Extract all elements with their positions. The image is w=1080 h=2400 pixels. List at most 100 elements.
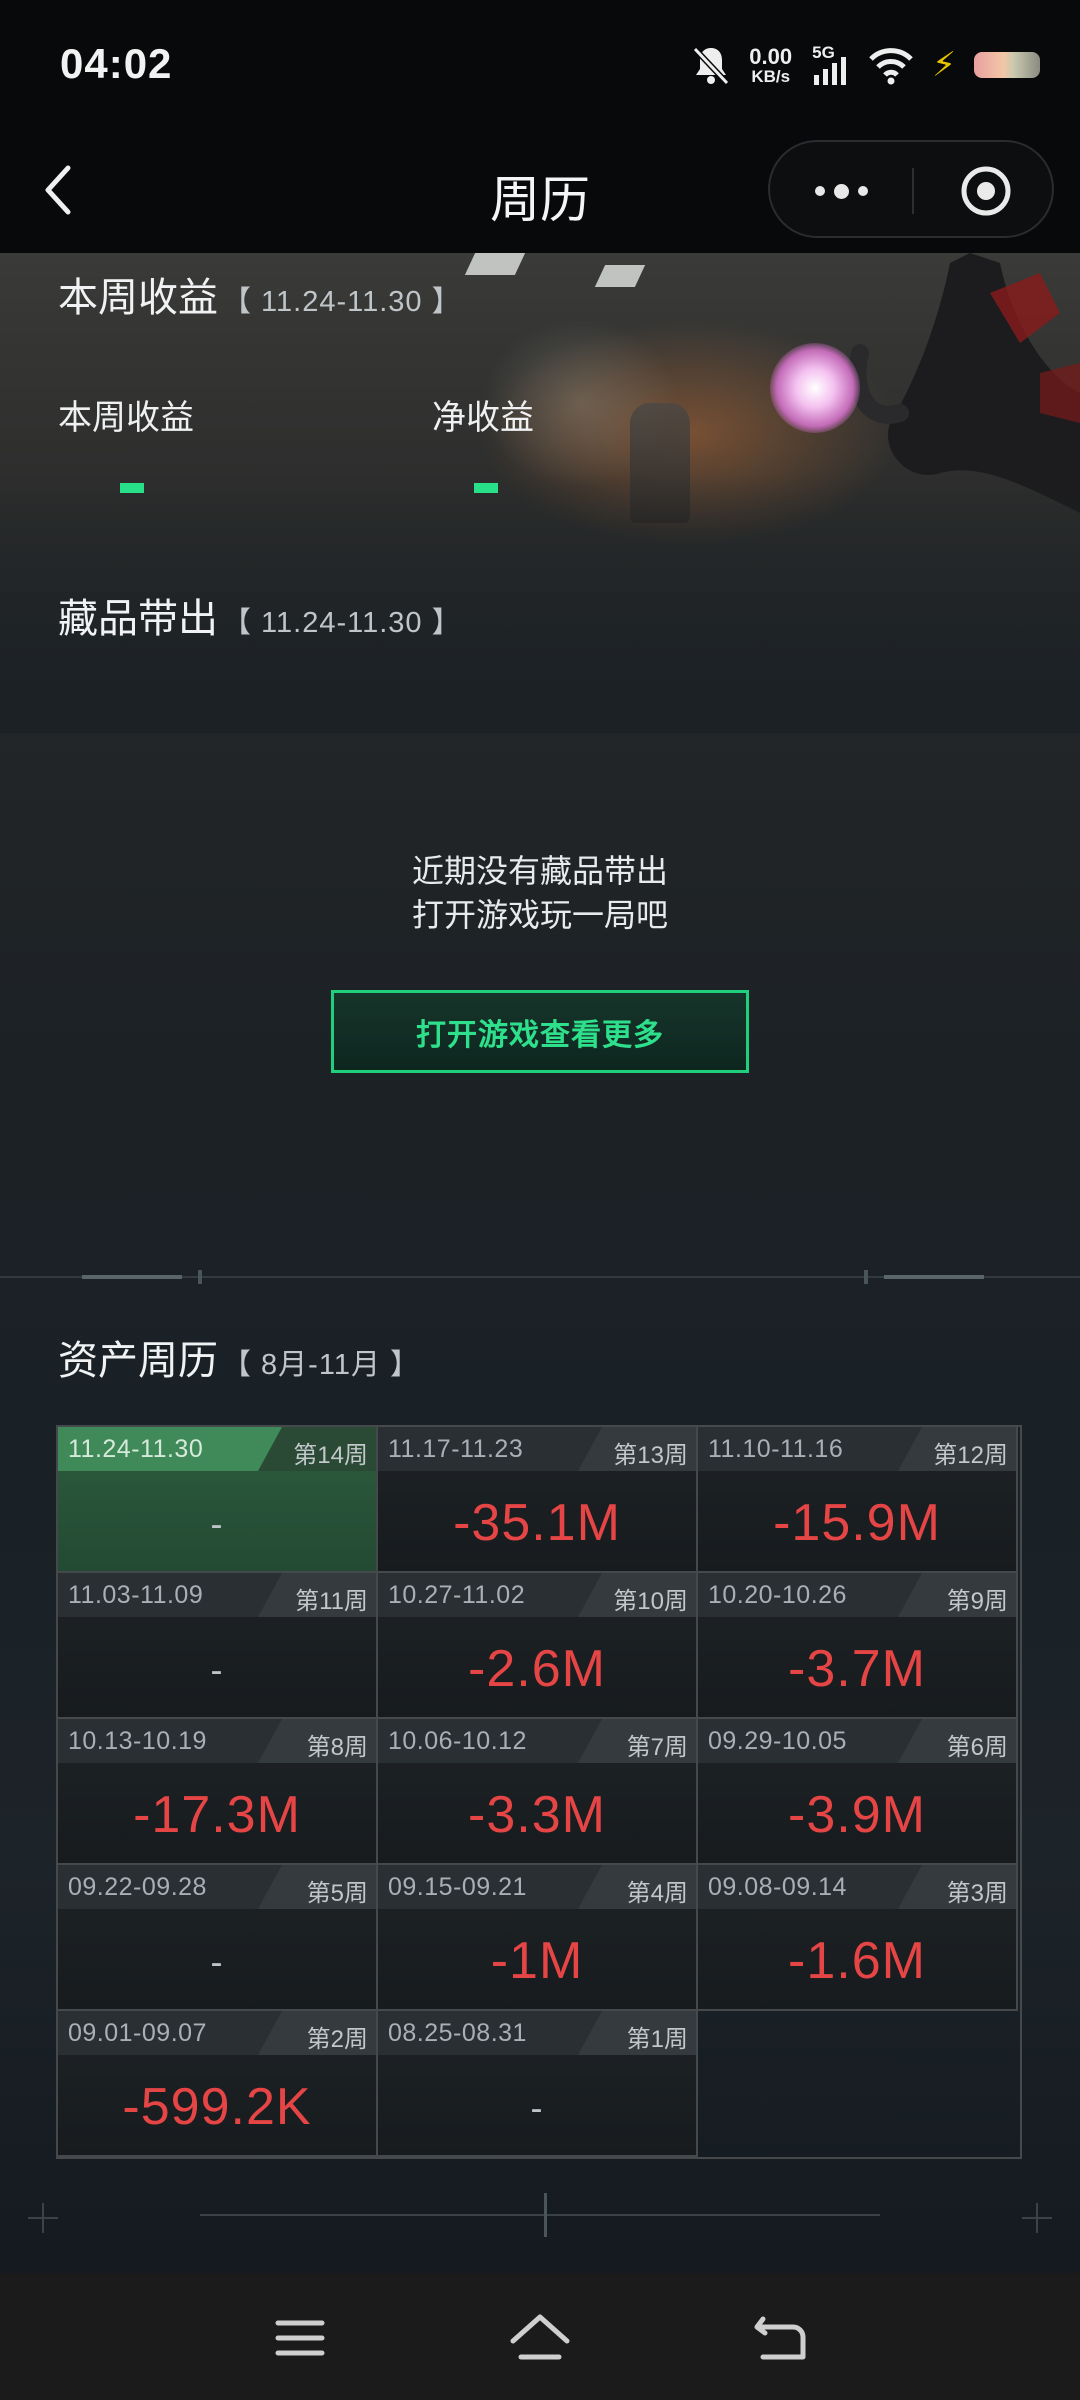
week-number: 第13周 [613,1442,688,1469]
week-value: - [530,2087,544,2128]
week-value: - [210,1649,224,1690]
week-number: 第14周 [293,1442,368,1469]
week-value: -3.3M [468,1786,606,1844]
menu-button[interactable] [265,2303,335,2373]
net-speed: 0.00 KB/s [749,43,793,86]
asset-calendar-title-text: 资产周历 [58,1339,218,1383]
weekly-income-label: 本周收益 [58,399,194,437]
week-date-range: 11.03-11.09 [68,1581,204,1609]
wifi-icon [869,48,913,85]
menu-icon [275,2320,325,2356]
week-cell[interactable]: 11.17-11.23 第13周 -35.1M [378,1427,698,1573]
week-date-range: 10.06-10.12 [388,1727,527,1755]
week-value: - [210,1503,224,1544]
capsule-divider [912,168,914,214]
weekly-income-title-text: 本周收益 [58,276,218,320]
week-number: 第7周 [626,1734,688,1761]
hud-divider-accent [82,1275,182,1279]
system-nav-bar [0,2273,1080,2400]
home-button[interactable] [505,2303,575,2373]
status-icons: 0.00 KB/s 5G ⚡ [691,40,1040,90]
week-cell[interactable]: 10.27-11.02 第10周 -2.6M [378,1573,698,1719]
week-number: 第1周 [626,2026,688,2053]
hud-bottom-line [200,2214,880,2216]
hero-art-detail [464,253,526,275]
crosshair-icon [28,2203,58,2233]
week-date-range: 09.08-09.14 [708,1873,847,1901]
week-number: 第12周 [933,1442,1008,1469]
week-cell[interactable]: 10.13-10.19 第8周 -17.3M [58,1719,378,1865]
net-income-empty-dash [474,483,498,493]
target-icon [961,166,1011,216]
hud-tick [544,2193,547,2237]
week-date-range: 08.25-08.31 [388,2019,527,2047]
weekly-income-range: 【 11.24-11.30 】 [222,286,462,318]
net-speed-value: 0.00 [749,43,793,69]
week-number: 第9周 [946,1588,1008,1615]
week-cell[interactable]: 11.03-11.09 第11周 - [58,1573,378,1719]
week-cell[interactable]: 09.29-10.05 第6周 -3.9M [698,1719,1018,1865]
week-value: -1M [490,1932,584,1990]
hero-art-gem [770,343,860,433]
more-dot-icon [814,186,825,196]
week-date-range: 09.15-09.21 [388,1873,527,1901]
week-number: 第4周 [626,1880,688,1907]
week-value: -2.6M [468,1640,606,1698]
crosshair-icon [1022,2203,1052,2233]
collectibles-title-text: 藏品带出 [58,597,218,641]
week-value: -1.6M [788,1932,926,1990]
week-cell[interactable]: 11.10-11.16 第12周 -15.9M [698,1427,1018,1573]
week-cell[interactable]: 10.20-10.26 第9周 -3.7M [698,1573,1018,1719]
status-bar: 04:02 0.00 KB/s 5G ⚡ [0,0,1080,130]
week-date-range: 10.13-10.19 [68,1727,207,1755]
week-value: -3.9M [788,1786,926,1844]
hud-tick [864,1270,868,1284]
week-date-range: 11.17-11.23 [388,1435,524,1463]
week-number: 第6周 [946,1734,1008,1761]
week-value: -3.7M [788,1640,926,1698]
charging-icon: ⚡ [932,46,956,84]
week-number: 第3周 [946,1880,1008,1907]
status-time: 04:02 [60,40,173,87]
net-speed-unit: KB/s [751,66,791,86]
week-number: 第11周 [295,1588,368,1615]
week-value: -599.2K [122,2078,312,2136]
app-header: 周历 [0,130,1080,253]
asset-calendar-grid: 11.24-11.30 第14周 - 11.17-11.23 第13周 -35.1M 1… [56,1425,1022,2159]
week-cell[interactable]: 09.08-09.14 第3周 -1.6M [698,1865,1018,2011]
collectibles-range: 【 11.24-11.30 】 [222,607,462,639]
collectibles-empty-line2: 打开游戏玩一局吧 [411,897,668,933]
battery-icon [974,52,1040,78]
more-button[interactable] [770,142,912,240]
mini-program-capsule [768,140,1054,238]
more-dot-icon [833,183,849,199]
week-number: 第5周 [306,1880,368,1907]
week-cell[interactable]: 09.22-09.28 第5周 - [58,1865,378,2011]
week-date-range: 10.20-10.26 [708,1581,847,1609]
week-value: -35.1M [453,1494,621,1552]
hud-divider-accent [884,1275,984,1279]
week-date-range: 09.22-09.28 [68,1873,207,1901]
hud-tick [198,1270,202,1284]
open-game-button[interactable]: 打开游戏查看更多 [331,990,749,1073]
bell-muted-icon [693,46,730,86]
close-program-button[interactable] [916,142,1056,240]
back-nav-button[interactable] [745,2303,815,2373]
more-dot-icon [857,186,868,196]
week-cell[interactable]: 09.15-09.21 第4周 -1M [378,1865,698,2011]
week-cell[interactable]: 10.06-10.12 第7周 -3.3M [378,1719,698,1865]
week-date-range: 11.24-11.30 [68,1435,204,1463]
week-date-range: 09.29-10.05 [708,1727,847,1755]
week-cell[interactable]: 09.01-09.07 第2周 -599.2K [58,2011,378,2157]
main-content: 本周收益【 11.24-11.30 】 本周收益 净收益 藏品带出【 11.24… [0,253,1080,2273]
asset-calendar-range: 【 8月-11月 】 [222,1349,421,1381]
week-cell[interactable]: 08.25-08.31 第1周 - [378,2011,698,2157]
week-value: - [210,1941,224,1982]
return-icon [754,2316,806,2360]
home-icon [510,2314,570,2360]
week-cell[interactable]: 11.24-11.30 第14周 - [58,1427,378,1573]
collectibles-title: 藏品带出【 11.24-11.30 】 [58,586,462,644]
asset-calendar-title: 资产周历【 8月-11月 】 [58,1328,420,1386]
weekly-income-title: 本周收益【 11.24-11.30 】 [58,265,462,323]
cell-signal-icon: 5G [810,43,850,87]
